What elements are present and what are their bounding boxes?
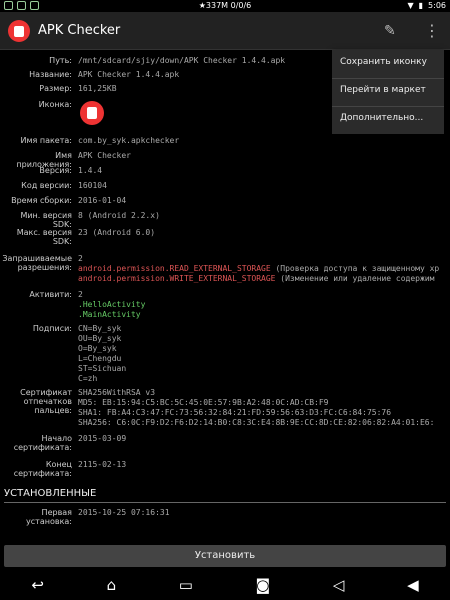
nav-bar: ↩ ⌂ ▭ ◙ ◁ ◀ (0, 570, 450, 600)
path-value: /mnt/sdcard/sjiy/down/APK Checker 1.4.4.… (78, 56, 286, 65)
max-sdk-label: Макс. версия SDK: (16, 228, 72, 246)
installed-section-header: УСТАНОВЛЕННЫЕ (4, 488, 97, 499)
version-code-label: Код версии: (21, 181, 72, 190)
overflow-menu-icon[interactable]: ⋮ (424, 20, 440, 42)
recents-icon[interactable]: ▭ (179, 576, 193, 594)
section-divider (4, 502, 446, 503)
signature-line: OU=By_syk (78, 334, 122, 343)
package-label: Имя пакета: (20, 136, 72, 145)
signature-line: L=Chengdu (78, 354, 122, 363)
package-value: com.by_syk.apkchecker (78, 136, 180, 145)
app-logo-icon (8, 20, 30, 42)
signature-line: C=zh (78, 374, 98, 383)
signature-line: CN=By_syk (78, 324, 122, 333)
version-label: Версия: (39, 166, 72, 175)
overflow-menu: Сохранить иконку Перейти в маркет Дополн… (332, 50, 444, 134)
permissions-count: 2 (78, 254, 83, 263)
name-label: Название: (29, 70, 72, 79)
install-button[interactable]: Установить (4, 545, 446, 567)
icon-label: Иконка: (38, 100, 72, 109)
signatures-label: Подписи: (32, 324, 72, 333)
build-time-value: 2016-01-04 (78, 196, 127, 205)
edit-pencil-icon[interactable]: ✎ (384, 23, 400, 39)
path-label: Путь: (49, 56, 72, 65)
app-title: APK Checker (38, 23, 121, 38)
cert-line: MD5: EB:15:94:C5:BC:5C:45:0E:57:9B:A2:48… (78, 398, 329, 407)
permission-item: android.permission.WRITE_EXTERNAL_STORAG… (78, 274, 434, 283)
min-sdk-value: 8 (Android 2.2.x) (78, 211, 160, 220)
menu-more[interactable]: Дополнительно... (340, 113, 440, 123)
activities-label: Активити: (29, 290, 72, 299)
cert-start-label: Начало сертификата: (13, 434, 72, 452)
home-icon[interactable]: ⌂ (107, 576, 117, 594)
permission-item: android.permission.READ_EXTERNAL_STORAGE… (78, 264, 439, 273)
menu-go-to-market[interactable]: Перейти в маркет (340, 85, 440, 95)
activity-item: .HelloActivity (78, 300, 146, 309)
menu-separator (332, 106, 444, 107)
build-time-label: Время сборки: (11, 196, 72, 205)
wifi-icon: ▼ (407, 1, 414, 10)
cert-line: SHA256: C6:0C:F9:D2:F6:D2:14:B0:C8:3C:E4… (78, 418, 435, 427)
size-value: 161,25KB (78, 84, 117, 93)
cert-line: SHA256WithRSA v3 (78, 388, 156, 397)
signature-line: ST=Sichuan (78, 364, 127, 373)
status-bar: ★337M 0/0/6 ▼ ▮ 5:06 (0, 0, 450, 12)
permission-desc: (Изменение или удаление содержим (275, 274, 435, 283)
version-code-value: 160104 (78, 181, 107, 190)
cert-line: SHA1: FB:A4:C3:47:FC:73:56:32:84:21:FD:5… (78, 408, 392, 417)
size-label: Размер: (39, 84, 72, 93)
signature-line: O=By_syk (78, 344, 117, 353)
permissions-label: Запрашиваемые разрешения: (2, 254, 72, 272)
screenshot-icon[interactable]: ◙ (256, 576, 271, 594)
permission-desc: (Проверка доступа к защищенному хр (270, 264, 440, 273)
menu-separator (332, 78, 444, 79)
back-icon[interactable]: ↩ (31, 576, 44, 594)
permission-name: android.permission.READ_EXTERNAL_STORAGE (78, 264, 271, 273)
min-sdk-label: Мин. версия SDK: (20, 211, 72, 229)
permission-name: android.permission.WRITE_EXTERNAL_STORAG… (78, 274, 276, 283)
status-center-text: ★337M 0/0/6 (198, 1, 252, 10)
certificate-label: Сертификат отпечатков пальцев: (20, 388, 72, 415)
name-value: APK Checker 1.4.4.apk (78, 70, 180, 79)
cert-end-label: Конец сертификата: (13, 460, 72, 478)
volume-down-icon[interactable]: ◁ (333, 576, 345, 594)
max-sdk-value: 23 (Android 6.0) (78, 228, 156, 237)
first-install-value: 2015-10-25 07:16:31 (78, 508, 170, 517)
activity-item: .MainActivity (78, 310, 141, 319)
volume-up-icon[interactable]: ◀ (407, 576, 419, 594)
first-install-label: Первая установка: (26, 508, 72, 526)
apk-icon (80, 101, 104, 125)
menu-save-icon[interactable]: Сохранить иконку (340, 57, 440, 67)
app-name-value: APK Checker (78, 151, 131, 160)
status-time: 5:06 (428, 1, 446, 10)
cert-start-value: 2015-03-09 (78, 434, 127, 443)
app-bar: APK Checker ✎ ⋮ (0, 12, 450, 50)
version-value: 1.4.4 (78, 166, 103, 175)
activities-count: 2 (78, 290, 83, 299)
cert-end-value: 2115-02-13 (78, 460, 127, 469)
battery-icon: ▮ (418, 1, 424, 10)
status-icons-right: ▼ ▮ 5:06 (407, 0, 446, 12)
